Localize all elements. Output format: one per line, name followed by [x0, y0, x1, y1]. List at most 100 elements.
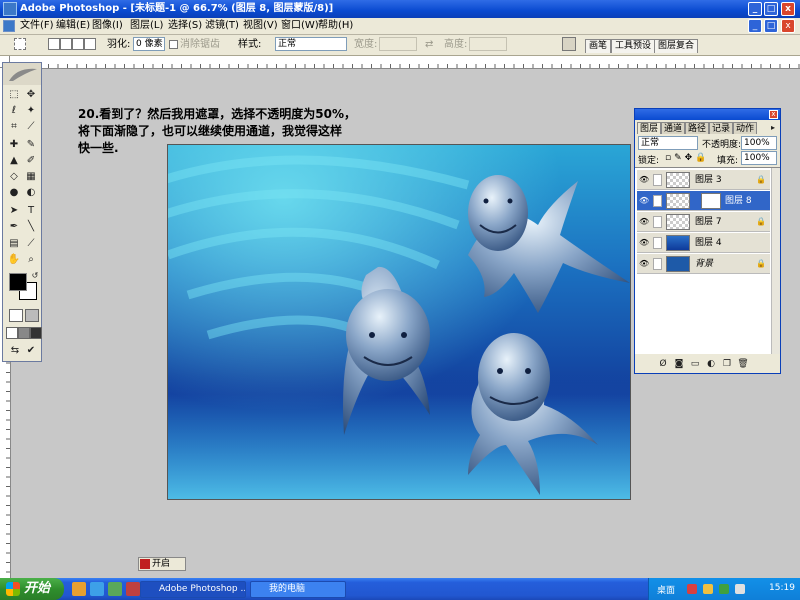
new-layer-icon[interactable]: ❐ — [719, 357, 735, 371]
eyedropper-icon[interactable]: ⟋ — [23, 237, 39, 251]
rect-marquee-icon[interactable] — [14, 38, 26, 50]
path-select-icon[interactable]: ➤ — [6, 204, 22, 218]
tray-ime-icon[interactable] — [703, 584, 713, 594]
new-selection-icon[interactable] — [48, 38, 60, 50]
swap-icon[interactable]: ⇄ — [425, 38, 433, 52]
close-button[interactable]: x — [781, 2, 795, 16]
lock-options-icon[interactable]: ▫✎✥🔒 — [665, 153, 709, 163]
link-icon[interactable] — [653, 216, 662, 228]
blend-mode-select[interactable]: 正常 — [638, 136, 698, 150]
feather-input[interactable]: 0 像素 — [133, 37, 165, 51]
opacity-input[interactable]: 100% — [741, 136, 777, 150]
menu-filter[interactable]: 滤镜(T) — [205, 19, 239, 33]
quickmask-mode-icon[interactable] — [25, 309, 39, 322]
trash-icon[interactable]: 🗑 — [735, 357, 751, 371]
document-icon[interactable] — [3, 20, 15, 32]
eye-icon[interactable]: 👁 — [639, 175, 651, 185]
eye-icon[interactable]: 👁 — [639, 196, 651, 206]
layer-row-background[interactable]: 👁 背景 🔒 — [637, 254, 770, 274]
layers-scrollbar[interactable] — [771, 168, 780, 354]
zoom-tool-icon[interactable]: ⌕ — [23, 253, 39, 267]
brush-indicator-icon[interactable] — [653, 195, 662, 207]
link-icon[interactable] — [653, 174, 662, 186]
doc-close-button[interactable]: x — [781, 19, 795, 33]
crop-tool-icon[interactable]: ⌗ — [6, 120, 22, 134]
tray-app-icon[interactable] — [687, 584, 697, 594]
move-tool-icon[interactable]: ✥ — [23, 88, 39, 102]
stamp-tool-icon[interactable]: ▲ — [6, 154, 22, 168]
layer-style-icon[interactable]: Ø — [655, 357, 671, 371]
pen-tool-icon[interactable]: ✒ — [6, 220, 22, 234]
mini-status-window[interactable]: 开启 — [138, 557, 186, 571]
layer-row-4[interactable]: 👁 图层 4 — [637, 233, 770, 253]
width-input[interactable] — [379, 37, 417, 51]
fill-input[interactable]: 100% — [741, 151, 777, 165]
foreground-color-swatch[interactable] — [9, 273, 27, 291]
standard-mode-icon[interactable] — [9, 309, 23, 322]
screen-mode-standard-icon[interactable] — [6, 327, 18, 339]
healing-brush-icon[interactable]: ✚ — [6, 138, 22, 152]
intersect-selection-icon[interactable] — [84, 38, 96, 50]
dodge-tool-icon[interactable]: ◐ — [23, 186, 39, 200]
quicklaunch-desktop-icon[interactable] — [90, 582, 104, 596]
screen-mode-full-icon[interactable] — [30, 327, 42, 339]
link-icon[interactable] — [653, 237, 662, 249]
horizontal-ruler[interactable] — [10, 56, 800, 69]
notes-tool-icon[interactable]: ▤ — [6, 237, 22, 251]
tab-tool-presets[interactable]: 工具预设 — [611, 39, 656, 53]
layer-row-7[interactable]: 👁 图层 7 🔒 — [637, 212, 770, 232]
history-brush-icon[interactable]: ✐ — [23, 154, 39, 168]
lasso-tool-icon[interactable]: ℓ — [6, 104, 22, 118]
menu-edit[interactable]: 编辑(E) — [56, 19, 90, 33]
eraser-tool-icon[interactable]: ◇ — [6, 170, 22, 184]
style-select[interactable]: 正常 — [275, 37, 347, 51]
tab-actions[interactable]: 动作 — [733, 122, 757, 134]
jump-to-icon[interactable]: ✔ — [23, 344, 39, 358]
link-icon[interactable] — [653, 258, 662, 270]
menu-select[interactable]: 选择(S) — [168, 19, 202, 33]
tray-volume-icon[interactable] — [735, 584, 745, 594]
doc-minimize-button[interactable]: _ — [748, 19, 762, 33]
menu-file[interactable]: 文件(F) — [20, 19, 54, 33]
close-icon[interactable]: x — [769, 110, 778, 119]
menu-layer[interactable]: 图层(L) — [130, 19, 163, 33]
tab-paths[interactable]: 路径 — [685, 122, 709, 134]
imageready-icon[interactable]: ⇆ — [7, 344, 23, 358]
subtract-selection-icon[interactable] — [72, 38, 84, 50]
quicklaunch-ie-icon[interactable] — [72, 582, 86, 596]
magic-wand-icon[interactable]: ✦ — [23, 104, 39, 118]
eye-icon[interactable]: 👁 — [639, 238, 651, 248]
palette-well-icon[interactable] — [562, 37, 576, 51]
blur-tool-icon[interactable]: ● — [6, 186, 22, 200]
maximize-button[interactable]: □ — [764, 2, 778, 16]
minimize-button[interactable]: _ — [748, 2, 762, 16]
tab-channels[interactable]: 通道 — [661, 122, 685, 134]
layer-mask-thumbnail[interactable] — [701, 193, 721, 209]
tab-history[interactable]: 记录 — [709, 122, 733, 134]
document-canvas[interactable] — [167, 144, 631, 500]
adjustment-layer-icon[interactable]: ◐ — [703, 357, 719, 371]
menu-image[interactable]: 图像(I) — [92, 19, 123, 33]
menu-window[interactable]: 窗口(W) — [281, 19, 319, 33]
add-selection-icon[interactable] — [60, 38, 72, 50]
tab-brushes[interactable]: 画笔 — [585, 39, 612, 53]
screen-mode-menubar-icon[interactable] — [18, 327, 30, 339]
layers-panel-titlebar[interactable]: x — [635, 109, 780, 120]
brush-tool-icon[interactable]: ✎ — [23, 138, 39, 152]
tray-network-icon[interactable] — [719, 584, 729, 594]
taskbar-item-photoshop[interactable]: Adobe Photoshop ... — [140, 581, 246, 598]
eye-icon[interactable]: 👁 — [639, 217, 651, 227]
marquee-tool-icon[interactable]: ⬚ — [6, 88, 22, 102]
layer-row-8[interactable]: 👁 图层 8 — [637, 191, 770, 211]
add-mask-icon[interactable]: ◙ — [671, 357, 687, 371]
tray-desktop-label[interactable]: 桌面 — [657, 583, 675, 596]
tab-layer-comps[interactable]: 图层复合 — [654, 39, 699, 53]
menu-help[interactable]: 帮助(H) — [318, 19, 353, 33]
eye-icon[interactable]: 👁 — [639, 259, 651, 269]
antialias-checkbox[interactable] — [169, 40, 178, 49]
hand-tool-icon[interactable]: ✋ — [6, 253, 22, 267]
layer-row-3[interactable]: 👁 图层 3 🔒 — [637, 170, 770, 190]
gradient-tool-icon[interactable]: ▦ — [23, 170, 39, 184]
quicklaunch-app-icon[interactable] — [126, 582, 140, 596]
start-button[interactable]: 开始 — [0, 578, 64, 600]
